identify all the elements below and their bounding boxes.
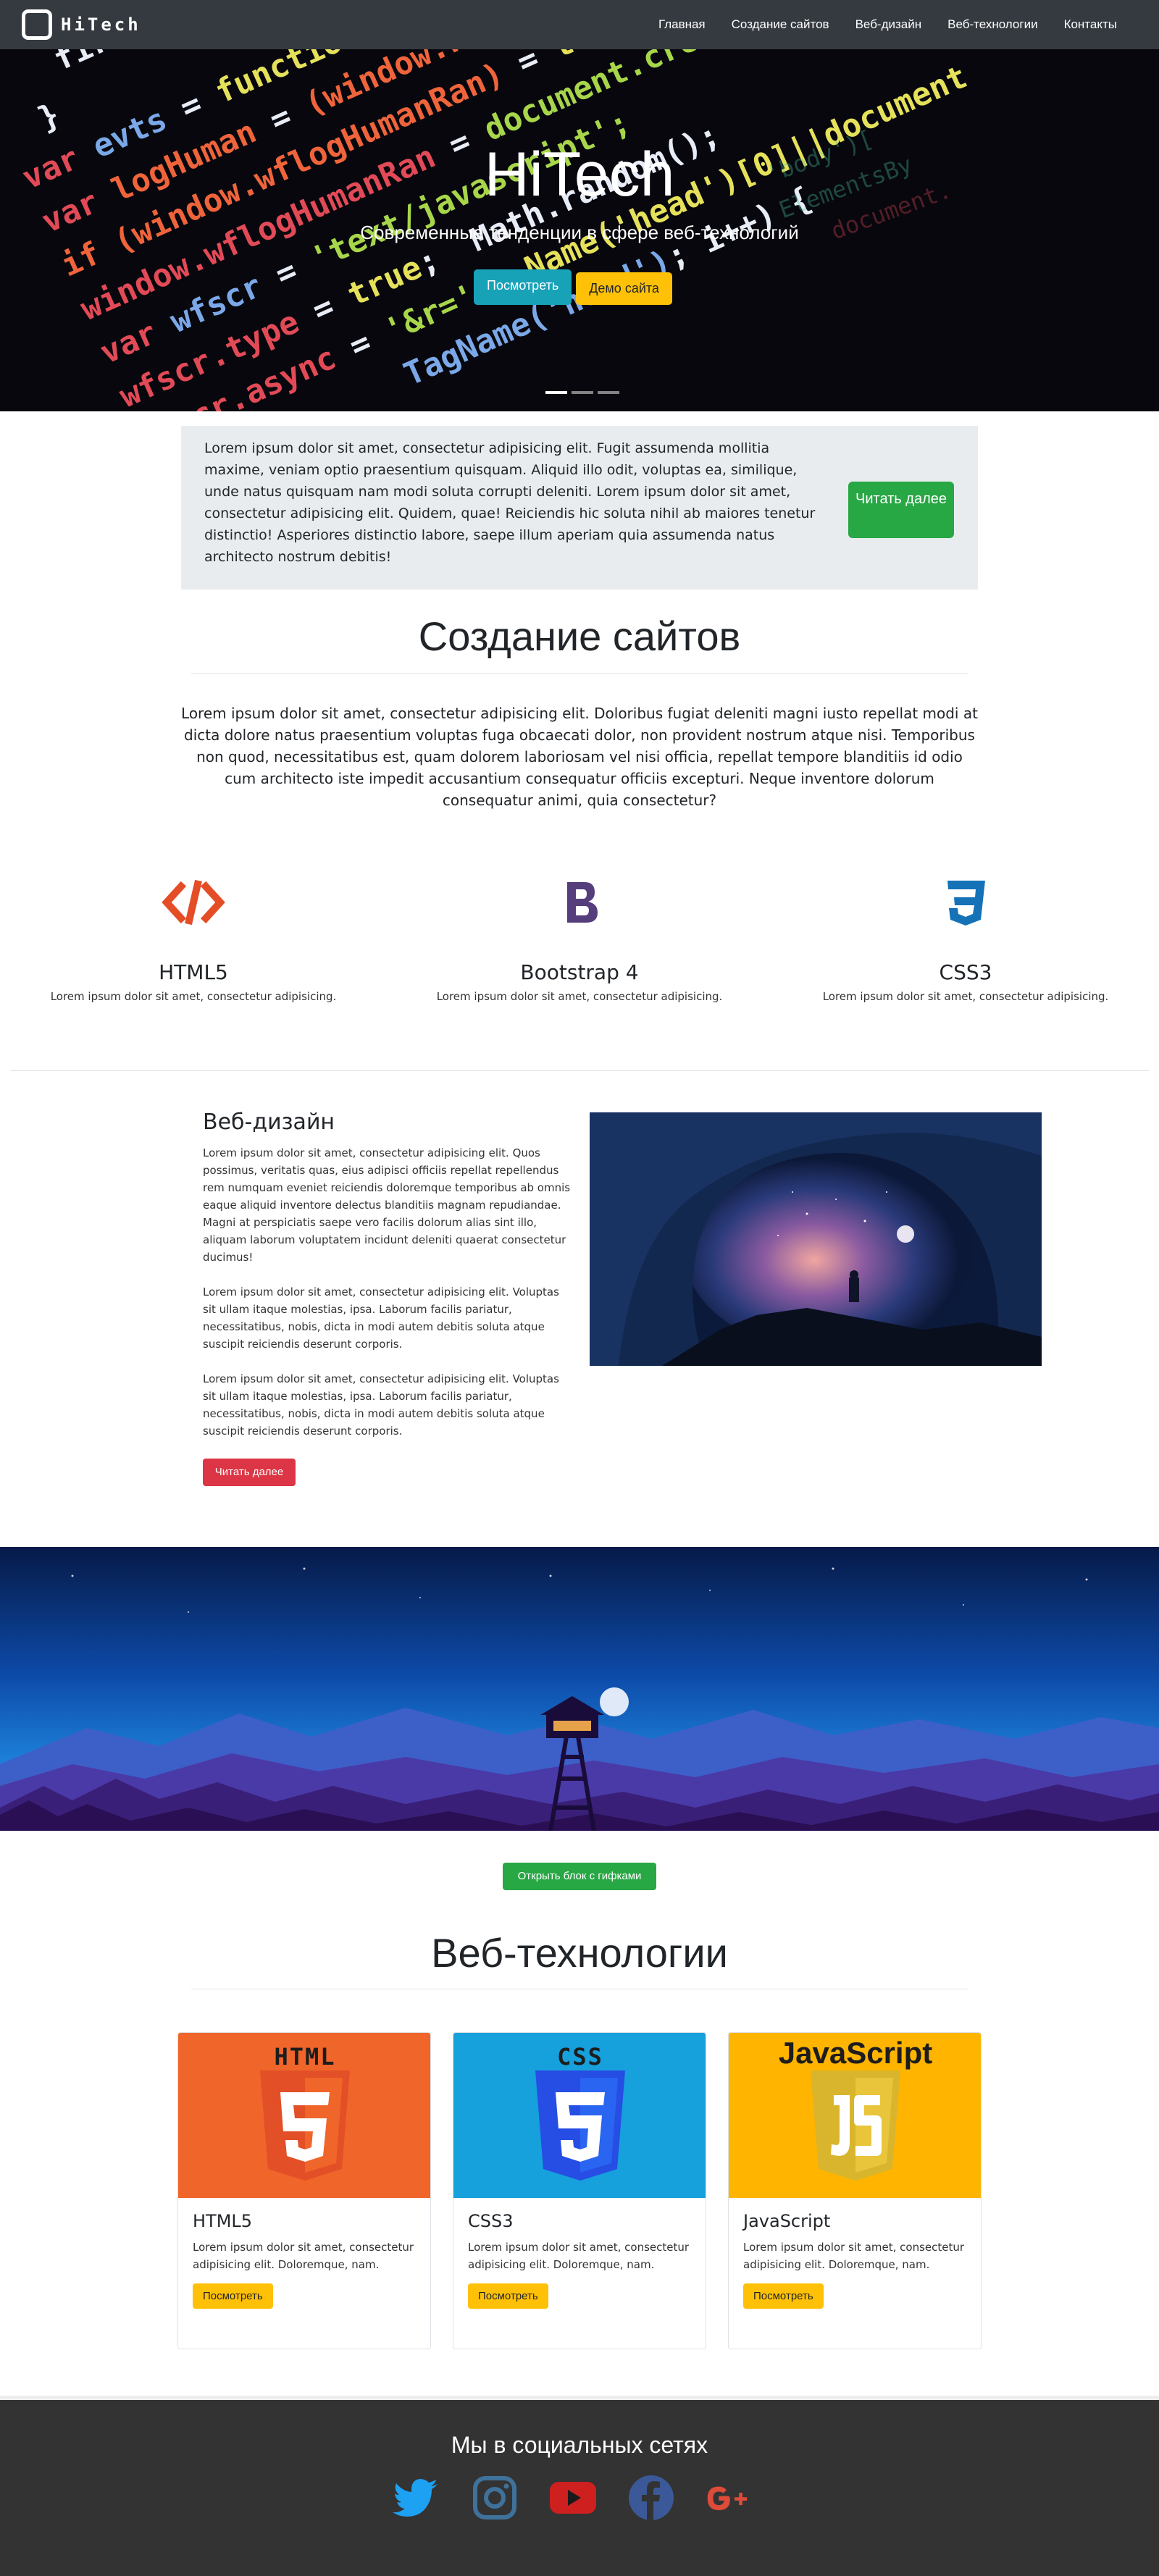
feature-desc: Lorem ipsum dolor sit amet, consectetur … <box>822 990 1109 1003</box>
navbar: HiTech Главная Создание сайтов Веб-дизай… <box>0 0 1159 49</box>
css3-logo-image: CSS <box>453 2033 706 2198</box>
jumbotron: Lorem ipsum dolor sit amet, consectetur … <box>181 426 978 590</box>
brand-name: HiTech <box>61 14 141 35</box>
hero-title: HiTech <box>484 140 675 209</box>
brand[interactable]: HiTech <box>22 9 141 40</box>
carousel-indicator-2[interactable] <box>572 391 593 394</box>
feature-bootstrap: Bootstrap 4 Lorem ipsum dolor sit amet, … <box>386 873 773 1003</box>
feature-title: Bootstrap 4 <box>520 960 639 984</box>
youtube-icon[interactable] <box>548 2472 598 2523</box>
webdesign-paragraph-1: Lorem ipsum dolor sit amet, consectetur … <box>203 1146 571 1264</box>
google-plus-icon[interactable] <box>704 2472 755 2523</box>
footer: Мы в социальных сетях <box>0 2396 1159 2576</box>
card-text: Lorem ipsum dolor sit amet, consectetur … <box>468 2241 690 2271</box>
hero-buttons: Посмотреть Демо сайта <box>474 269 672 305</box>
cave-illustration-image <box>590 1112 1042 1366</box>
javascript-logo-text: JavaScript <box>778 2036 933 2070</box>
card-text: Lorem ipsum dolor sit amet, consectetur … <box>743 2241 965 2271</box>
feature-desc: Lorem ipsum dolor sit amet, consectetur … <box>50 990 337 1003</box>
brand-logo-icon <box>22 9 52 40</box>
webdesign-paragraph-3: Lorem ipsum dolor sit amet, consectetur … <box>203 1372 559 1438</box>
sites-lead-text: Lorem ipsum dolor sit amet, consectetur … <box>181 705 978 809</box>
jumbotron-text: Lorem ipsum dolor sit amet, consectetur … <box>204 440 816 565</box>
code-icon <box>162 879 225 926</box>
instagram-icon[interactable] <box>469 2472 520 2523</box>
hero-demo-button[interactable]: Демо сайта <box>576 272 672 305</box>
carousel-indicator-3[interactable] <box>598 391 619 394</box>
open-gif-block-button[interactable]: Открыть блок с гифками <box>503 1863 656 1890</box>
card-view-button[interactable]: Посмотреть <box>468 2283 548 2309</box>
card-title: JavaScript <box>743 2211 831 2231</box>
card-title: HTML5 <box>193 2211 253 2231</box>
feature-css3: CSS3 Lorem ipsum dolor sit amet, consect… <box>772 873 1159 1003</box>
card-text: Lorem ipsum dolor sit amet, consectetur … <box>193 2241 414 2271</box>
html5-logo-image: HTML <box>178 2033 430 2198</box>
bootstrap-icon <box>567 882 598 923</box>
webdesign-paragraph-2: Lorem ipsum dolor sit amet, consectetur … <box>203 1285 559 1351</box>
footer-title: Мы в социальных сетях <box>451 2432 708 2458</box>
card-title: CSS3 <box>468 2211 514 2231</box>
webtech-heading: Веб-технологии <box>431 1930 728 1976</box>
jumbotron-read-more-button[interactable]: Читать далее <box>848 482 954 538</box>
nav-link-webtech[interactable]: Веб-технологии <box>947 17 1037 32</box>
css-logo-text: CSS <box>557 2043 603 2071</box>
css3-icon <box>947 881 985 926</box>
landscape-illustration-image <box>0 1547 1159 1831</box>
facebook-icon[interactable] <box>626 2472 677 2523</box>
card-view-button[interactable]: Посмотреть <box>743 2283 824 2309</box>
twitter-icon[interactable] <box>391 2472 442 2523</box>
feature-title: CSS3 <box>939 960 992 984</box>
card-css3: CSS CSS3 Lorem ipsum dolor sit amet, con… <box>453 2032 706 2349</box>
section-divider <box>10 1070 1149 1071</box>
html5-shield-icon <box>260 2071 350 2181</box>
social-links <box>391 2472 768 2523</box>
nav-links: Главная Создание сайтов Веб-дизайн Веб-т… <box>632 0 1117 49</box>
feature-html5: HTML5 Lorem ipsum dolor sit amet, consec… <box>0 873 387 1003</box>
css3-shield-icon <box>535 2071 625 2181</box>
card-view-button[interactable]: Посмотреть <box>193 2283 273 2309</box>
nav-link-contacts[interactable]: Контакты <box>1064 17 1117 32</box>
webdesign-read-more-button[interactable]: Читать далее <box>203 1459 296 1486</box>
feature-desc: Lorem ipsum dolor sit amet, consectetur … <box>436 990 723 1003</box>
javascript-logo-image: JavaScript <box>729 2033 981 2198</box>
card-javascript: JavaScript JavaScript Lorem ipsum dolor … <box>728 2032 982 2349</box>
nav-link-webdesign[interactable]: Веб-дизайн <box>855 17 922 32</box>
carousel-indicators <box>543 391 622 394</box>
feature-title: HTML5 <box>159 960 228 984</box>
card-html5: HTML HTML5 Lorem ipsum dolor sit amet, c… <box>177 2032 431 2349</box>
webdesign-heading: Веб-дизайн <box>203 1109 335 1135</box>
sites-heading: Создание сайтов <box>418 613 741 659</box>
nav-link-sites[interactable]: Создание сайтов <box>732 17 829 32</box>
javascript-shield-icon <box>811 2071 900 2181</box>
carousel-indicator-1[interactable] <box>545 391 567 394</box>
hero-view-button[interactable]: Посмотреть <box>474 269 572 305</box>
nav-link-home[interactable]: Главная <box>658 17 706 32</box>
html-logo-text: HTML <box>274 2043 336 2071</box>
hero-subtitle: Современные тенденции в сфере веб-технол… <box>360 222 799 243</box>
hero-carousel: Selection first.html } 'contextmenu dblc… <box>0 49 1159 411</box>
